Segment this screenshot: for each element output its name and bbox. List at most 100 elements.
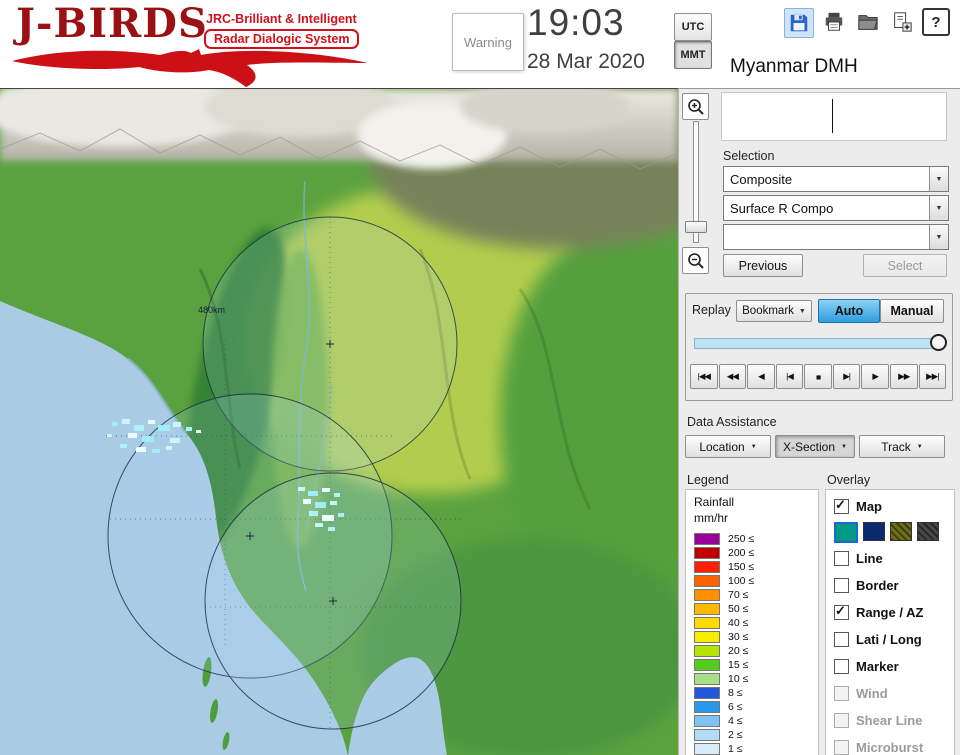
zoom-slider[interactable]: [685, 121, 707, 243]
skip-to-start-button[interactable]: |◀◀: [690, 364, 718, 389]
legend-row: 15 ≤: [686, 658, 818, 672]
save-icon: [790, 14, 808, 32]
replay-groupbox: Replay Bookmark Auto Manual |◀◀ ◀◀ ◀ |◀ …: [685, 293, 953, 401]
legend-row: 40 ≤: [686, 616, 818, 630]
legend-value: 200 ≤: [728, 547, 755, 559]
overlay-item-label: Shear Line: [856, 712, 923, 728]
location-button-label: Location: [699, 439, 745, 454]
clock-time: 19:03: [527, 2, 625, 43]
mountains: [0, 89, 678, 170]
legend-swatch: [694, 561, 720, 573]
chevron-down-icon[interactable]: [929, 167, 948, 191]
overlay-item-lati-long[interactable]: Lati / Long: [834, 629, 922, 649]
play-button[interactable]: ▶: [861, 364, 889, 389]
print-button[interactable]: [820, 8, 848, 36]
legend-value: 30 ≤: [728, 631, 749, 643]
overlay-panel: Map Line Border Range / AZ: [825, 489, 955, 755]
legend-value: 15 ≤: [728, 659, 749, 671]
legend-swatch: [694, 575, 720, 587]
manual-mode-button[interactable]: Manual: [880, 299, 944, 323]
fast-rewind-button[interactable]: ◀◀: [718, 364, 747, 389]
auto-mode-button[interactable]: Auto: [818, 299, 880, 323]
legend-value: 250 ≤: [728, 533, 755, 545]
composite-dropdown-value: Composite: [730, 171, 793, 187]
utc-button[interactable]: UTC: [674, 13, 712, 41]
overlay-item-line[interactable]: Line: [834, 548, 883, 568]
previous-button[interactable]: Previous: [723, 254, 803, 277]
overlay-item-shear-line[interactable]: Shear Line: [834, 710, 922, 730]
fast-forward-button[interactable]: ▶▶: [889, 364, 918, 389]
overlay-item-range-az[interactable]: Range / AZ: [834, 602, 923, 622]
chevron-down-icon[interactable]: [929, 225, 948, 249]
help-button[interactable]: ?: [922, 8, 950, 36]
overlay-item-wind[interactable]: Wind: [834, 683, 888, 703]
composite-dropdown[interactable]: Composite: [723, 166, 949, 192]
zoom-slider-handle[interactable]: [685, 221, 707, 233]
bookmark-button[interactable]: Bookmark: [736, 300, 812, 322]
warning-button[interactable]: Warning: [452, 13, 524, 71]
replay-label: Replay: [692, 303, 731, 317]
map-color-swatch[interactable]: [834, 522, 858, 543]
extra-dropdown[interactable]: [723, 224, 949, 250]
replay-slider-handle[interactable]: [930, 334, 947, 351]
microburst-checkbox[interactable]: [834, 739, 849, 755]
map-color-swatch[interactable]: [890, 522, 912, 541]
border-checkbox[interactable]: [834, 577, 849, 593]
legend-rows: 250 ≤ 200 ≤ 150 ≤ 100 ≤ 70 ≤ 50 ≤ 40 ≤ 3…: [686, 532, 818, 755]
radar-map[interactable]: 480km: [0, 88, 678, 755]
range-az-checkbox[interactable]: [834, 603, 849, 620]
replay-slider-track[interactable]: [694, 338, 944, 349]
legend-swatch: [694, 687, 720, 699]
legend-swatch: [694, 631, 720, 643]
xsection-button[interactable]: X-Section: [775, 435, 855, 458]
track-button[interactable]: Track: [859, 435, 945, 458]
product-dropdown[interactable]: Surface R Compo: [723, 195, 949, 221]
help-icon: ?: [931, 13, 941, 31]
xsection-button-label: X-Section: [783, 439, 836, 454]
stop-button[interactable]: ■: [804, 364, 832, 389]
zoom-out-button[interactable]: [682, 247, 709, 274]
select-button[interactable]: Select: [863, 254, 947, 277]
overlay-item-border[interactable]: Border: [834, 575, 899, 595]
text-display-box[interactable]: [721, 92, 947, 141]
map-checkbox[interactable]: [834, 497, 849, 514]
save-button[interactable]: [784, 8, 814, 38]
marker-checkbox[interactable]: [834, 658, 849, 674]
track-button-label: Track: [881, 439, 911, 454]
replay-slider[interactable]: [694, 334, 947, 352]
wind-checkbox[interactable]: [834, 685, 849, 701]
legend-row: 8 ≤: [686, 686, 818, 700]
shear-line-checkbox[interactable]: [834, 712, 849, 728]
map-color-swatch[interactable]: [917, 522, 939, 541]
overlay-item-microburst[interactable]: Microburst: [834, 737, 923, 755]
overlay-item-label: Microburst: [856, 739, 924, 755]
step-forward-button[interactable]: ▶|: [832, 364, 861, 389]
mmt-button[interactable]: MMT: [674, 41, 712, 69]
map-color-swatch[interactable]: [863, 522, 885, 541]
overlay-item-map[interactable]: Map: [834, 496, 882, 516]
control-panel: Selection Composite Surface R Compo Prev…: [678, 88, 960, 755]
lati-long-checkbox[interactable]: [834, 631, 849, 647]
chevron-down-icon[interactable]: [929, 196, 948, 220]
playback-controls: |◀◀ ◀◀ ◀ |◀ ■ ▶| ▶ ▶▶ ▶▶|: [690, 364, 947, 389]
legend-row: 50 ≤: [686, 602, 818, 616]
play-reverse-button[interactable]: ◀: [747, 364, 775, 389]
magnifier-minus-icon: [687, 252, 704, 269]
legend-swatch: [694, 589, 720, 601]
overlay-item-marker[interactable]: Marker: [834, 656, 899, 676]
skip-to-end-button[interactable]: ▶▶|: [918, 364, 947, 389]
step-back-button[interactable]: |◀: [775, 364, 804, 389]
zoom-in-button[interactable]: [682, 93, 709, 120]
open-file-button[interactable]: [854, 8, 882, 36]
overlay-item-label: Wind: [856, 685, 888, 701]
legend-row: 30 ≤: [686, 630, 818, 644]
line-checkbox[interactable]: [834, 550, 849, 566]
location-button[interactable]: Location: [685, 435, 771, 458]
export-button[interactable]: [888, 8, 916, 36]
overlay-item-label: Marker: [856, 658, 899, 674]
legend-swatch: [694, 701, 720, 713]
radar-map-canvas: 480km: [0, 89, 678, 755]
clock-date: 28 Mar 2020: [527, 50, 645, 73]
legend-swatch: [694, 645, 720, 657]
app-window: J-BIRDS JRC-Brilliant & Intelligent Rada…: [0, 0, 960, 755]
